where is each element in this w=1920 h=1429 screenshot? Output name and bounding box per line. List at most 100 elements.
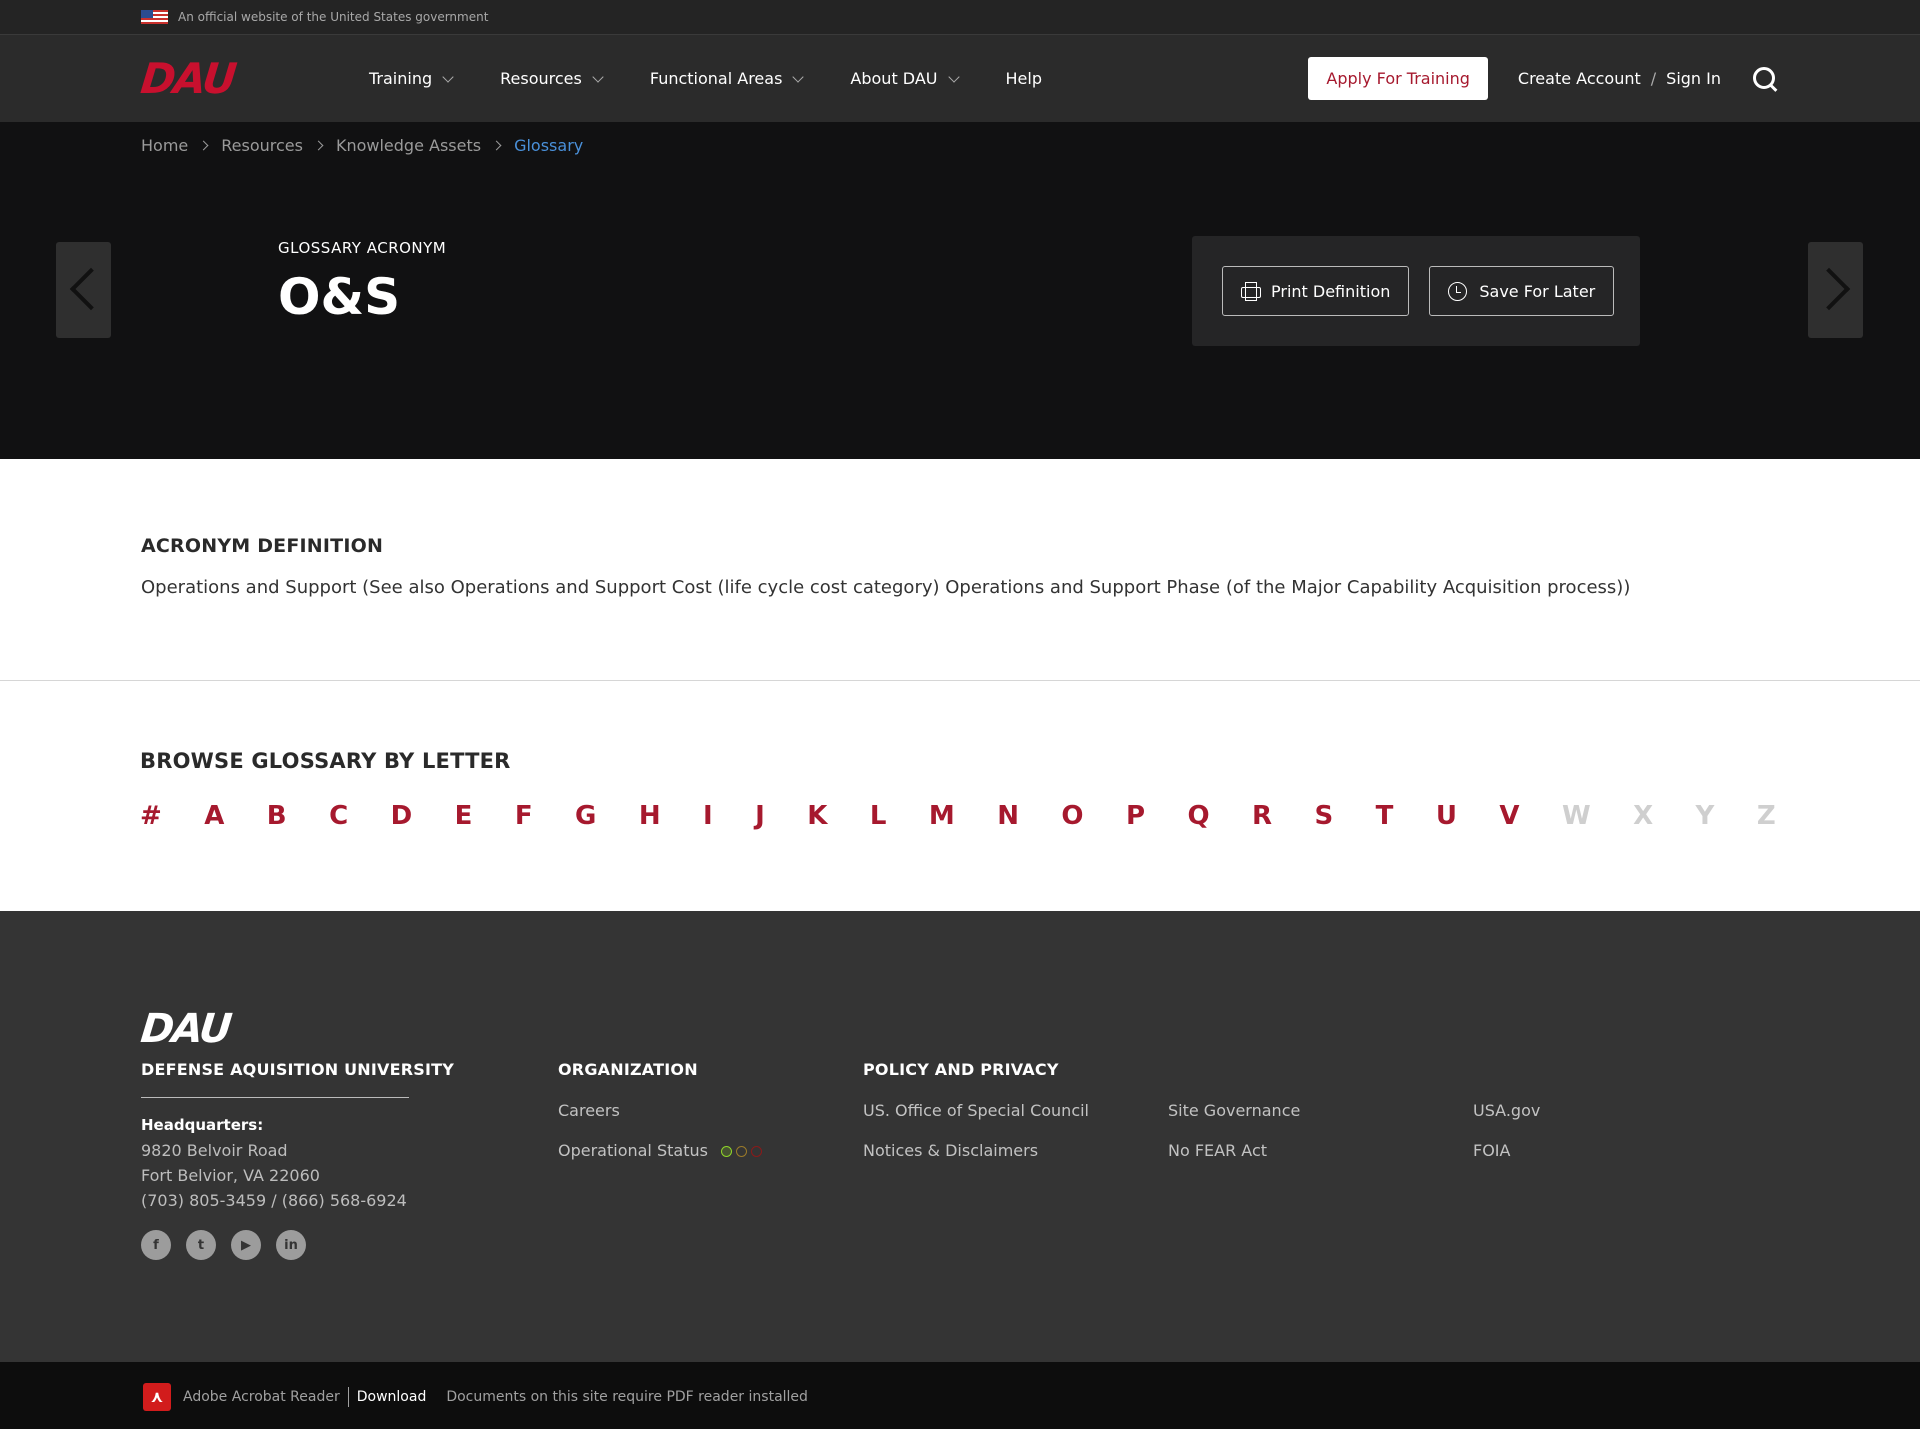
clock-icon [1448, 281, 1468, 301]
letter-link-g[interactable]: G [575, 801, 596, 831]
status-green-icon [721, 1146, 733, 1157]
save-for-later-button[interactable]: Save For Later [1429, 266, 1615, 316]
sign-in-link[interactable]: Sign In [1666, 69, 1721, 88]
definition-heading: ACRONYM DEFINITION [141, 535, 384, 557]
notices-link[interactable]: Notices & Disclaimers [863, 1141, 1038, 1160]
facebook-icon[interactable]: f [141, 1230, 171, 1260]
letter-link-m[interactable]: M [929, 801, 955, 831]
footer-logo[interactable]: DAU [139, 1006, 233, 1052]
browse-section: BROWSE GLOSSARY BY LETTER # A B C D E F G H I J K L M… [0, 681, 1920, 911]
nav-training-label: Training [369, 69, 433, 88]
nav-functional-areas[interactable]: Functional Areas [649, 69, 805, 88]
letter-link-k[interactable]: K [807, 801, 827, 831]
operational-status-label: Operational Status [558, 1141, 708, 1160]
letter-link-t[interactable]: T [1376, 801, 1394, 831]
letter-link-e[interactable]: E [455, 801, 473, 831]
dau-logo[interactable]: DAU [138, 54, 293, 103]
site-governance-link[interactable]: Site Governance [1168, 1101, 1300, 1120]
reader-separator [347, 1386, 349, 1407]
letter-link-l[interactable]: L [870, 801, 887, 831]
site-header: DAU Training Resources Functional Areas … [0, 35, 1920, 122]
foia-link[interactable]: FOIA [1473, 1141, 1510, 1160]
nav-about-dau[interactable]: About DAU [850, 69, 960, 88]
letter-index: # A B C D E F G H I J K L M N O P Q R S T U V W X Y Z [140, 801, 1779, 831]
operational-status-link[interactable]: Operational Status [558, 1141, 766, 1160]
nav-resources-label: Resources [500, 69, 582, 88]
pdf-reader-bar: ⋏ Adobe Acrobat Reader Download Document… [0, 1362, 1920, 1429]
letter-link-u[interactable]: U [1436, 801, 1457, 831]
nav-functional-areas-label: Functional Areas [649, 69, 783, 88]
reader-note: Documents on this site require PDF reade… [446, 1388, 808, 1405]
special-council-link[interactable]: US. Office of Special Council [863, 1101, 1089, 1120]
definition-text: Operations and Support (See also Operati… [141, 577, 1631, 598]
chevron-down-icon [792, 70, 805, 83]
youtube-icon[interactable]: ▶ [231, 1230, 261, 1260]
create-account-link[interactable]: Create Account [1518, 69, 1641, 88]
next-term-button[interactable] [1807, 242, 1863, 338]
chevron-down-icon [442, 70, 454, 83]
letter-link-y: Y [1695, 801, 1715, 831]
status-indicator [721, 1146, 766, 1157]
gov-banner: An official website of the United States… [0, 0, 1920, 35]
letter-link-v[interactable]: V [1499, 801, 1519, 831]
letter-link-w: W [1561, 801, 1591, 831]
letter-link-x: X [1633, 801, 1654, 831]
glossary-eyebrow: GLOSSARY ACRONYM [278, 239, 447, 257]
letter-link-f[interactable]: F [515, 801, 533, 831]
pdf-icon: ⋏ [143, 1382, 171, 1411]
letter-link-n[interactable]: N [997, 801, 1019, 831]
letter-link-h[interactable]: H [639, 801, 661, 831]
nav-resources[interactable]: Resources [500, 69, 604, 88]
reader-download-link[interactable]: Download [357, 1389, 427, 1405]
letter-link-j[interactable]: J [755, 801, 765, 831]
letter-link-a[interactable]: A [204, 801, 224, 831]
term-actions-panel: Print Definition Save For Later [1192, 236, 1640, 346]
breadcrumb-home[interactable]: Home [141, 136, 188, 155]
phone-numbers: (703) 805-3459 / (866) 568-6924 [141, 1191, 407, 1210]
letter-link-i[interactable]: I [703, 801, 713, 831]
headquarters-label: Headquarters: [141, 1116, 264, 1134]
chevron-down-icon [592, 70, 604, 83]
header-actions: Apply For Training Create Account / Sign… [1308, 35, 1779, 122]
site-footer: DAU DEFENSE AQUISITION UNIVERSITY Headqu… [0, 911, 1920, 1362]
page-title: O&S [278, 268, 401, 326]
letter-link-c[interactable]: C [329, 801, 348, 831]
twitter-icon[interactable]: t [186, 1230, 216, 1260]
us-flag-icon [141, 10, 168, 24]
usa-gov-link[interactable]: USA.gov [1473, 1101, 1540, 1120]
letter-link-p[interactable]: P [1126, 801, 1145, 831]
browse-heading: BROWSE GLOSSARY BY LETTER [140, 749, 511, 773]
letter-link-d[interactable]: D [391, 801, 413, 831]
print-definition-button[interactable]: Print Definition [1222, 266, 1410, 316]
chevron-left-icon [69, 267, 113, 311]
chevron-right-icon [313, 140, 324, 151]
breadcrumb-resources[interactable]: Resources [221, 136, 303, 155]
nav-training[interactable]: Training [369, 69, 454, 88]
linkedin-icon[interactable]: in [276, 1230, 306, 1260]
letter-link-s[interactable]: S [1314, 801, 1333, 831]
save-for-later-label: Save For Later [1479, 281, 1596, 301]
letter-link-b[interactable]: B [267, 801, 287, 831]
previous-term-button[interactable] [56, 242, 113, 338]
nav-help[interactable]: Help [1006, 69, 1042, 88]
letter-link-q[interactable]: Q [1187, 801, 1209, 831]
organization-heading: ORGANIZATION [558, 1060, 698, 1079]
apply-for-training-button[interactable]: Apply For Training [1308, 57, 1488, 100]
print-definition-label: Print Definition [1271, 281, 1391, 301]
chevron-right-icon [198, 140, 209, 151]
address-line-2: Fort Belvior, VA 22060 [141, 1166, 320, 1185]
gov-banner-text: An official website of the United States… [178, 10, 489, 24]
chevron-down-icon [947, 70, 960, 83]
printer-icon [1241, 282, 1261, 301]
breadcrumb-glossary[interactable]: Glossary [514, 136, 583, 155]
breadcrumb: Home Resources Knowledge Assets Glossary [141, 136, 583, 155]
breadcrumb-knowledge-assets[interactable]: Knowledge Assets [336, 136, 481, 155]
no-fear-act-link[interactable]: No FEAR Act [1168, 1141, 1267, 1160]
careers-link[interactable]: Careers [558, 1101, 620, 1120]
search-icon[interactable] [1751, 65, 1779, 93]
footer-divider [141, 1097, 409, 1098]
letter-link-hash[interactable]: # [140, 801, 162, 831]
letter-link-r[interactable]: R [1252, 801, 1272, 831]
letter-link-o[interactable]: O [1061, 801, 1083, 831]
letter-link-z: Z [1756, 801, 1776, 831]
